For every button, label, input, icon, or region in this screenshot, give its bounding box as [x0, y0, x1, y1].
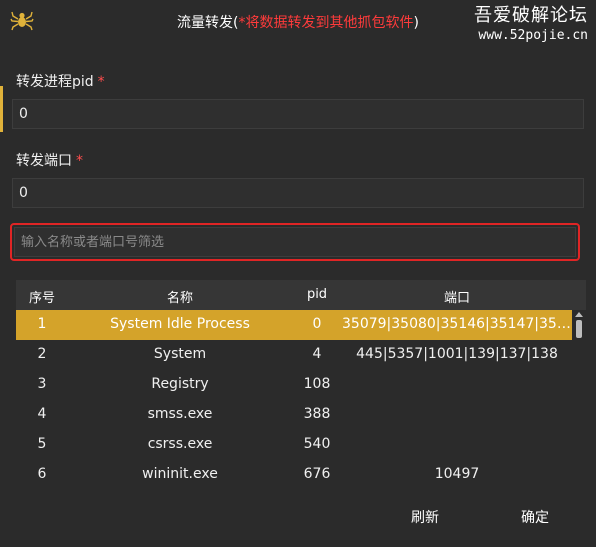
- port-label: 转发端口 *: [16, 150, 83, 170]
- port-label-text: 转发端口: [16, 153, 72, 169]
- cell-index: 5: [37, 436, 47, 452]
- cell-pid: 676: [303, 466, 331, 480]
- cell-name: System: [153, 346, 207, 362]
- cell-pid: 388: [303, 406, 331, 422]
- title-warning: *将数据转发到其他抓包软件: [238, 15, 414, 31]
- cell-index: 3: [37, 376, 47, 392]
- search-highlight: [10, 223, 580, 261]
- header-name: 名称: [166, 291, 193, 306]
- cell-pid: 108: [303, 376, 331, 392]
- cell-pid: 4: [312, 346, 322, 362]
- cell-pid: 540: [303, 436, 331, 452]
- cell-name: csrss.exe: [147, 436, 213, 452]
- cell-port: 445|5357|1001|139|137|138: [356, 346, 558, 362]
- confirm-button[interactable]: 确定: [513, 503, 557, 531]
- watermark-url: www.52pojie.cn: [478, 28, 588, 43]
- table-header: 序号 名称 pid 端口: [16, 280, 586, 310]
- header-port: 端口: [443, 291, 470, 306]
- cell-index: 2: [37, 346, 47, 362]
- pid-label-text: 转发进程pid: [16, 74, 94, 90]
- left-accent-bar: [0, 86, 3, 132]
- refresh-button[interactable]: 刷新: [403, 503, 447, 531]
- table-row[interactable]: 3 Registry 108: [16, 370, 572, 400]
- cell-port: 10497: [434, 466, 480, 480]
- process-table: 序号 名称 pid 端口 1 System Idle Process 0 350…: [16, 280, 586, 480]
- cell-name: Registry: [151, 376, 209, 392]
- header-pid: pid: [306, 287, 328, 302]
- pid-label: 转发进程pid *: [16, 71, 105, 91]
- cell-port: 35079|35080|35146|35147|3515…: [342, 316, 572, 332]
- cell-name: smss.exe: [147, 406, 213, 422]
- pid-required-mark: *: [97, 74, 105, 90]
- scroll-up-icon[interactable]: [575, 312, 583, 317]
- title-suffix: ): [413, 15, 419, 31]
- cell-index: 1: [37, 316, 47, 332]
- cell-name: System Idle Process: [110, 316, 250, 332]
- search-input[interactable]: [14, 227, 576, 257]
- cell-pid: 0: [312, 316, 322, 332]
- table-row[interactable]: 5 csrss.exe 540: [16, 430, 572, 460]
- scroll-thumb[interactable]: [576, 320, 582, 338]
- table-row[interactable]: 4 smss.exe 388: [16, 400, 572, 430]
- title-bar: 流量转发(*将数据转发到其他抓包软件) 吾爱破解论坛 www.52pojie.c…: [0, 0, 596, 43]
- watermark: 吾爱破解论坛 www.52pojie.cn: [474, 6, 588, 46]
- title-prefix: 流量转发(: [177, 15, 239, 31]
- cell-index: 4: [37, 406, 47, 422]
- cell-index: 6: [37, 466, 47, 480]
- watermark-name: 吾爱破解论坛: [474, 5, 588, 26]
- table-row[interactable]: 2 System 4 445|5357|1001|139|137|138: [16, 340, 572, 370]
- pid-input[interactable]: [12, 99, 584, 129]
- cell-name: wininit.exe: [142, 466, 218, 480]
- port-required-mark: *: [76, 153, 83, 169]
- table-row[interactable]: 6 wininit.exe 676 10497: [16, 460, 572, 480]
- table-row[interactable]: 1 System Idle Process 0 35079|35080|3514…: [16, 310, 572, 340]
- table-scrollbar[interactable]: [572, 310, 586, 480]
- port-input[interactable]: [12, 178, 584, 208]
- header-index: 序号: [28, 291, 55, 306]
